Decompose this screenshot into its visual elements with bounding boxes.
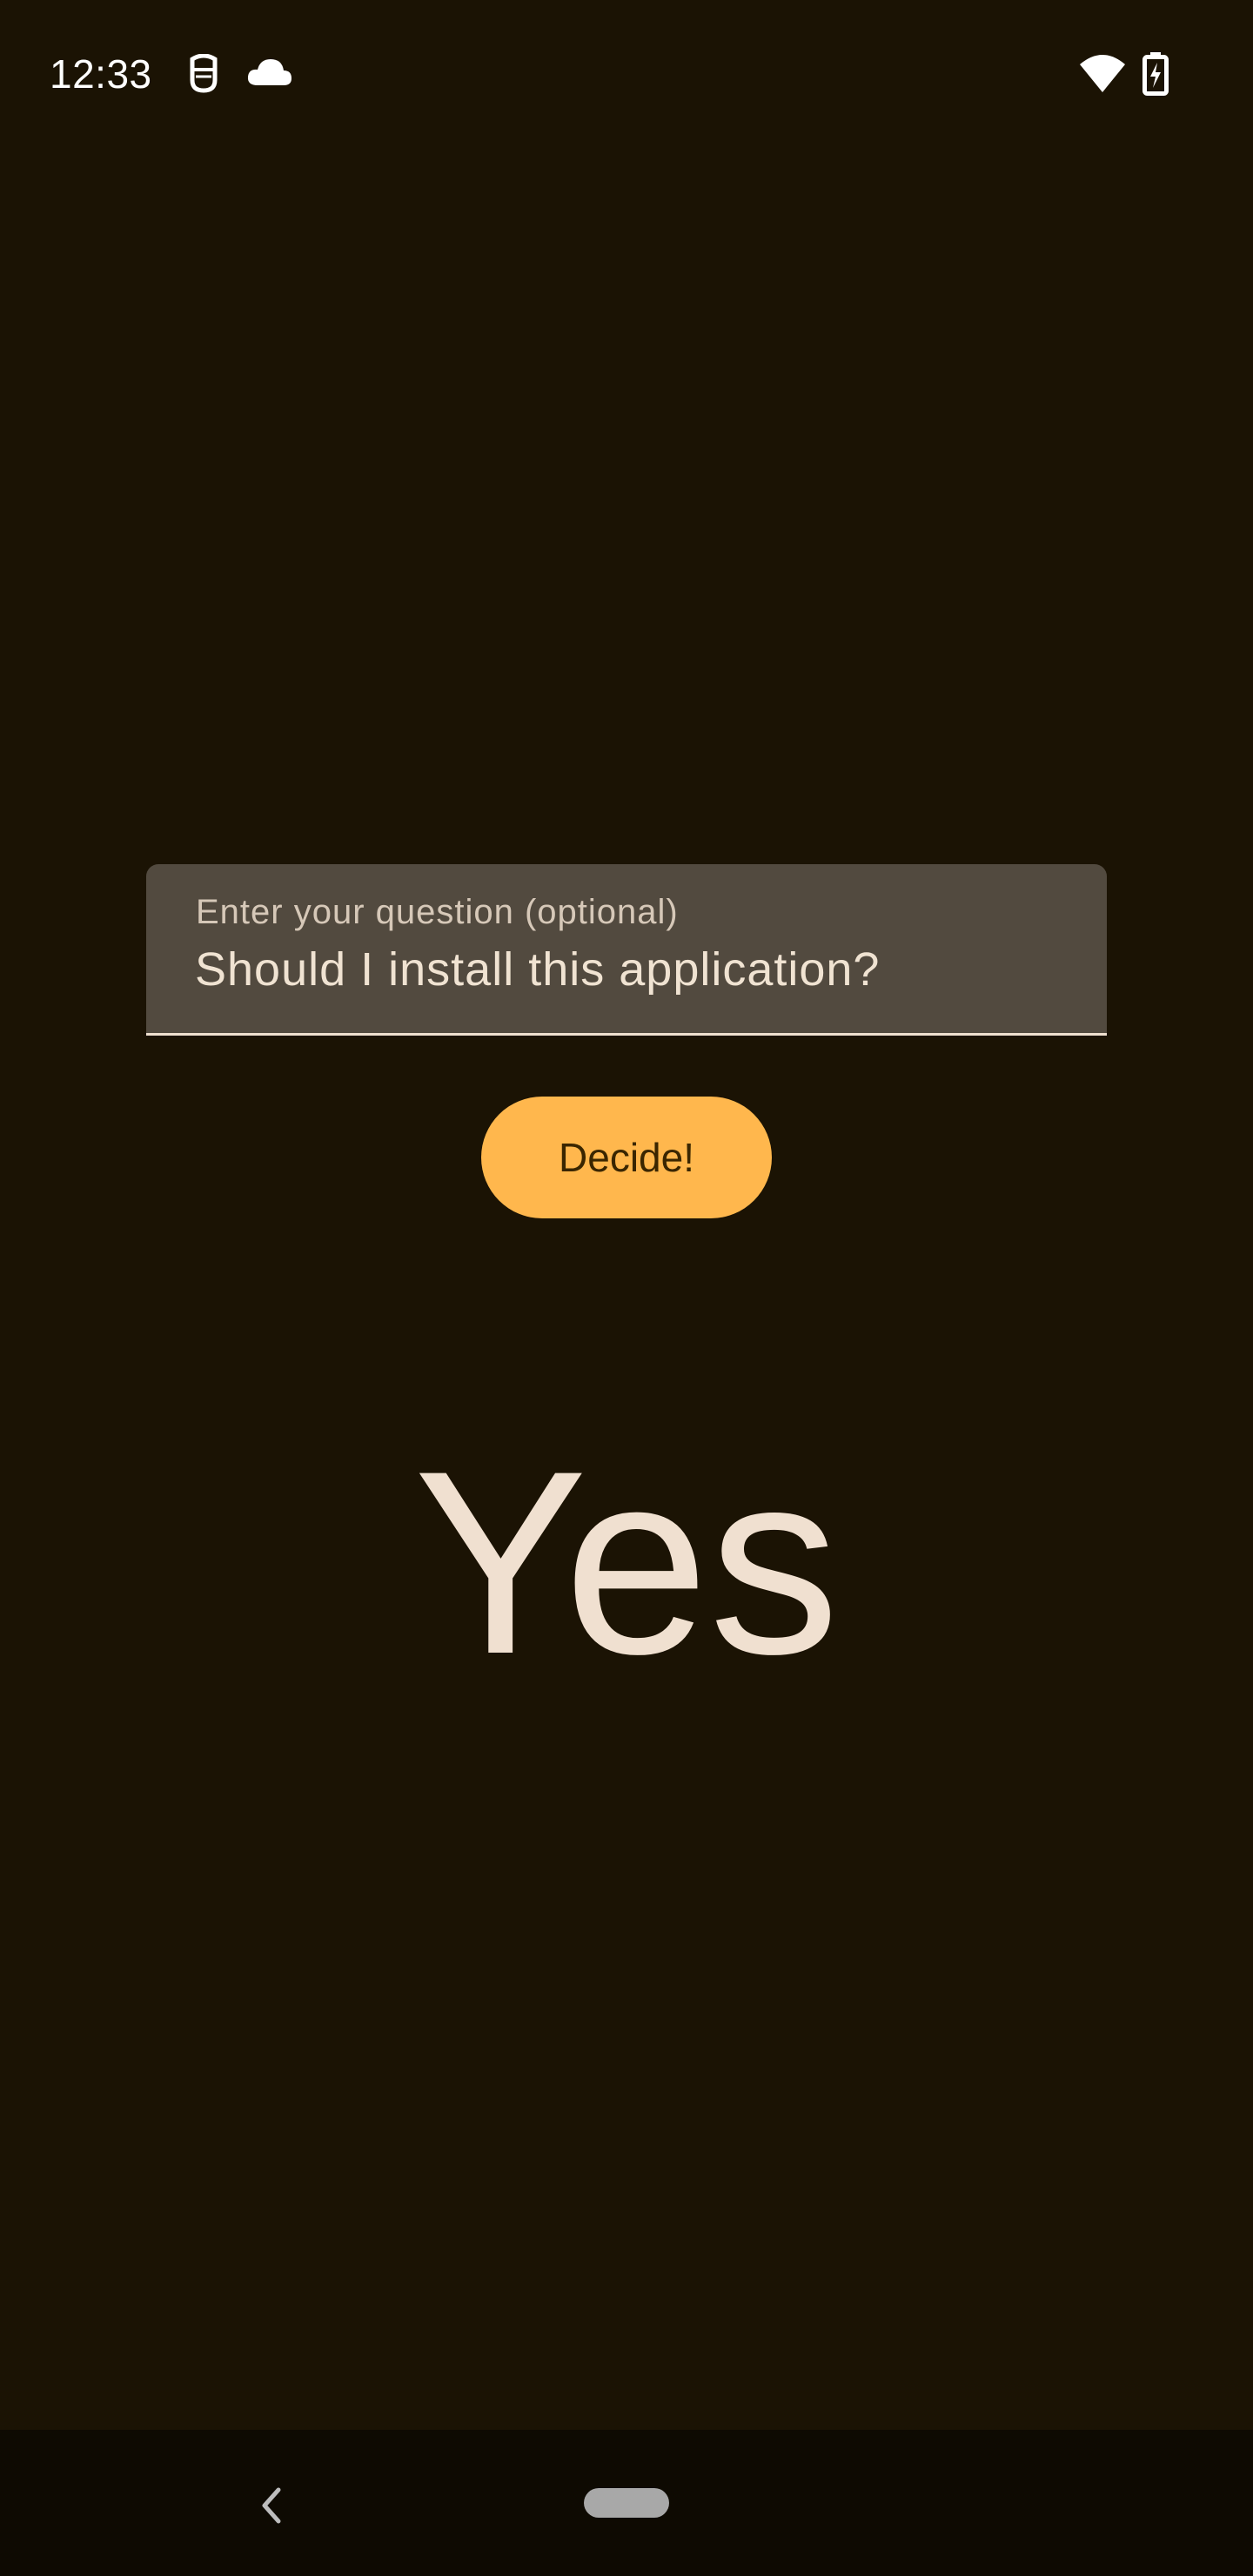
status-time: 12:33 (50, 51, 152, 97)
answer-text: Yes (413, 1416, 840, 1708)
question-field-label: Enter your question (optional) (196, 893, 679, 931)
home-pill-icon[interactable] (584, 2488, 669, 2518)
cloud-icon (247, 59, 291, 85)
app-screen: 12:33 Enter your question (optional) Dec… (0, 0, 1253, 2576)
back-icon[interactable] (252, 2479, 291, 2532)
status-bar: 12:33 (0, 0, 1253, 148)
navigation-bar (0, 2430, 1253, 2576)
question-input[interactable] (195, 943, 1056, 996)
decide-button[interactable]: Decide! (481, 1097, 772, 1218)
wifi-icon (1080, 55, 1125, 92)
question-input-container[interactable]: Enter your question (optional) (146, 864, 1107, 1036)
face-mask-icon (190, 54, 218, 93)
battery-charging-icon (1142, 52, 1169, 96)
